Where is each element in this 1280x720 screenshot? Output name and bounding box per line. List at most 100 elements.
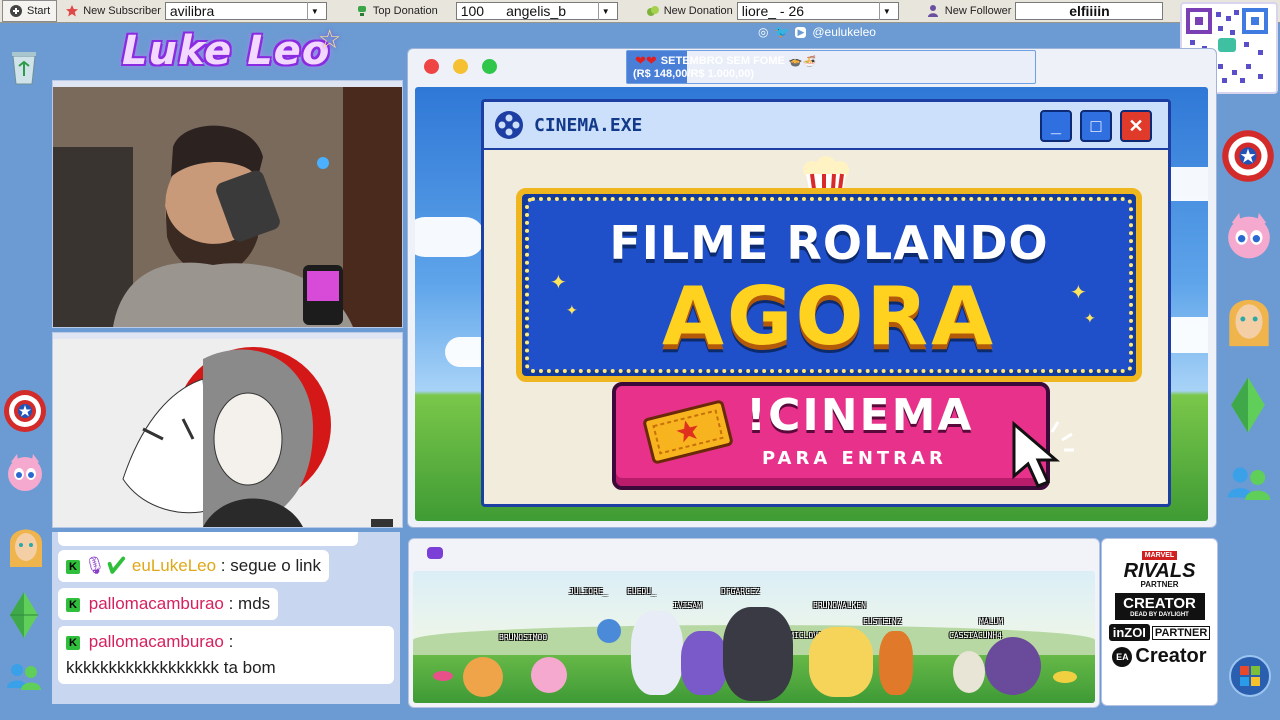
close-button[interactable]: ✕ [1120,110,1152,142]
pokemon-name-label: IVISAM [673,601,702,610]
flower-patch [433,671,453,681]
chevron-down-icon[interactable]: ▼ [306,2,322,20]
chat-partial-row [58,532,358,546]
chat-username[interactable]: pallomacamburao [89,594,224,613]
goal-title: SETEMBRO SEM FOME [660,55,785,67]
trophy-icon [357,6,366,16]
ea-creator-label: Creator [1135,645,1207,667]
webcam-feed [53,87,402,327]
rivals-label: RIVALS [1123,560,1196,582]
star-icon: ☆ [318,24,342,54]
chat-username[interactable]: pallomacamburao [89,632,224,651]
maximize-dot[interactable] [482,59,497,74]
pokemon-name-label: BRUNOSIM00 [499,633,548,642]
pokemon-sprite [597,619,621,643]
top-donation-field[interactable]: 100 angelis_b ▼ [455,2,618,20]
new-follower-value: elfiiiin [1069,3,1110,19]
character-portrait-icon[interactable] [1222,286,1276,352]
cloud [415,217,485,257]
top-donation-label: Top Donation [372,5,438,17]
food-icon: 🍲🍜 [788,55,817,68]
goal-header: ❤❤ SETEMBRO SEM FOME 🍲🍜 [635,53,816,69]
ea-creator-logo: EA Creator [1112,645,1207,668]
viewer-pokemon-window: JULIORE_ EUEDU_ IVISAM DFGARCEZ BRUNOSIM… [408,538,1100,708]
messenger-icon[interactable] [1222,458,1276,512]
verified-badge-icon: ✔ [105,556,128,575]
inzoi-partner-logo: inZOI PARTNER [1108,624,1211,641]
pokemon-sprite [953,651,985,693]
windows-start-orb-icon[interactable] [1226,652,1274,700]
cinema-scene: CINEMA.EXE _ □ ✕ FILME ROLANDO AGORA ✦ ✦… [415,87,1208,521]
messenger-icon[interactable] [2,656,46,700]
pokemon-sprite [631,611,683,695]
new-donation-label: New Donation [663,5,733,17]
pokemon-name-label: JULIORE_ [569,587,608,596]
instagram-icon[interactable]: ◎ [758,25,768,39]
new-subscriber-field[interactable]: avilibra ▼ [164,2,327,20]
cinema-command-text: !CINEMA [746,390,974,441]
maximize-button[interactable]: □ [1080,110,1112,142]
start-button[interactable]: Start [2,0,58,22]
inzoi-label: inZOI [1108,624,1150,641]
pokemon-sprite [985,637,1041,695]
start-icon [10,5,22,17]
ticket-icon [643,400,733,464]
new-subscriber-value: avilibra [169,3,215,19]
shield-icon[interactable] [1220,128,1276,184]
close-dot[interactable] [424,59,439,74]
recycle-bin-icon[interactable] [6,46,42,88]
sparkle-icon: ✦ [1070,282,1087,304]
new-follower-label: New Follower [944,5,1012,17]
plumbob-icon[interactable] [6,590,42,640]
new-subscriber-widget: New Subscriber avilibra ▼ [65,2,327,20]
sparkle-icon: ✦ [550,272,567,294]
kick-badge-icon: K [66,559,80,574]
youtube-icon[interactable]: ▶ [795,26,807,38]
cinema-command-subtext: PARA ENTRAR [762,448,947,469]
marquee-line-2: AGORA [661,270,997,363]
inzoi-partner-label: PARTNER [1151,625,1211,640]
new-follower-widget: New Follower elfiiiin [927,2,1164,20]
new-donation-value: liore_ - 26 [741,3,805,19]
chevron-down-icon[interactable]: ▼ [597,2,613,20]
shield-icon[interactable] [2,388,48,434]
character-portrait-icon[interactable] [4,518,48,572]
coins-icon [646,6,659,16]
new-follower-field[interactable]: elfiiiin [1015,2,1164,20]
minimize-dot[interactable] [453,59,468,74]
new-donation-widget: New Donation liore_ - 26 ▼ [646,2,899,20]
minimize-button[interactable]: _ [1040,110,1072,142]
main-window: ❤❤ SETEMBRO SEM FOME 🍲🍜 (R$ 148,00/R$ 1.… [407,48,1217,528]
chat-bubble-icon [427,547,443,559]
mic-badge-icon: 🎙 [84,556,106,575]
donation-goal: ❤❤ SETEMBRO SEM FOME 🍲🍜 (R$ 148,00/R$ 1.… [626,50,1036,84]
chat-username[interactable]: euLukeLeo [132,556,216,575]
top-bar: Start New Subscriber avilibra ▼ Top Dona… [0,0,1280,23]
chevron-down-icon[interactable]: ▼ [878,2,894,20]
top-donation-name: angelis_b [506,3,566,19]
twitter-icon[interactable]: 🐦 [774,25,789,39]
social-handle: @eulukeleo [812,25,876,39]
heart-icon: ❤❤ [635,53,657,68]
social-links: ◎ 🐦 ▶ @eulukeleo [758,25,876,39]
artwork-image [53,339,402,527]
goal-amount: (R$ 148,00/R$ 1.000,00) [633,68,755,80]
chat-message: K pallomacamburao : kkkkkkkkkkkkkkkkkk t… [58,626,394,684]
sparkle-icon: ✦ [566,302,578,318]
kick-badge-icon: K [66,597,80,612]
jigglypuff-icon[interactable] [4,448,46,496]
pokemon-sprite [463,657,503,697]
chat-message: K 🎙✔ euLukeLeo : segue o link [58,550,329,582]
cursor-icon [1012,420,1074,488]
cinema-command-button[interactable]: !CINEMA PARA ENTRAR [612,382,1074,490]
chat-text: : segue o link [220,556,321,575]
jigglypuff-icon[interactable] [1222,206,1276,264]
pokemon-name-label: BRUNOWALKEN [813,601,866,610]
pokemon-sprite [531,657,567,693]
top-donation-widget: Top Donation 100 angelis_b ▼ [355,2,618,20]
sparkle-icon: ✦ [1084,310,1096,326]
artwork-panel [52,332,403,528]
dbd-creator-logo: CREATOR DEAD BY DAYLIGHT [1114,593,1205,620]
plumbob-icon[interactable] [1228,374,1268,436]
new-donation-field[interactable]: liore_ - 26 ▼ [736,2,899,20]
